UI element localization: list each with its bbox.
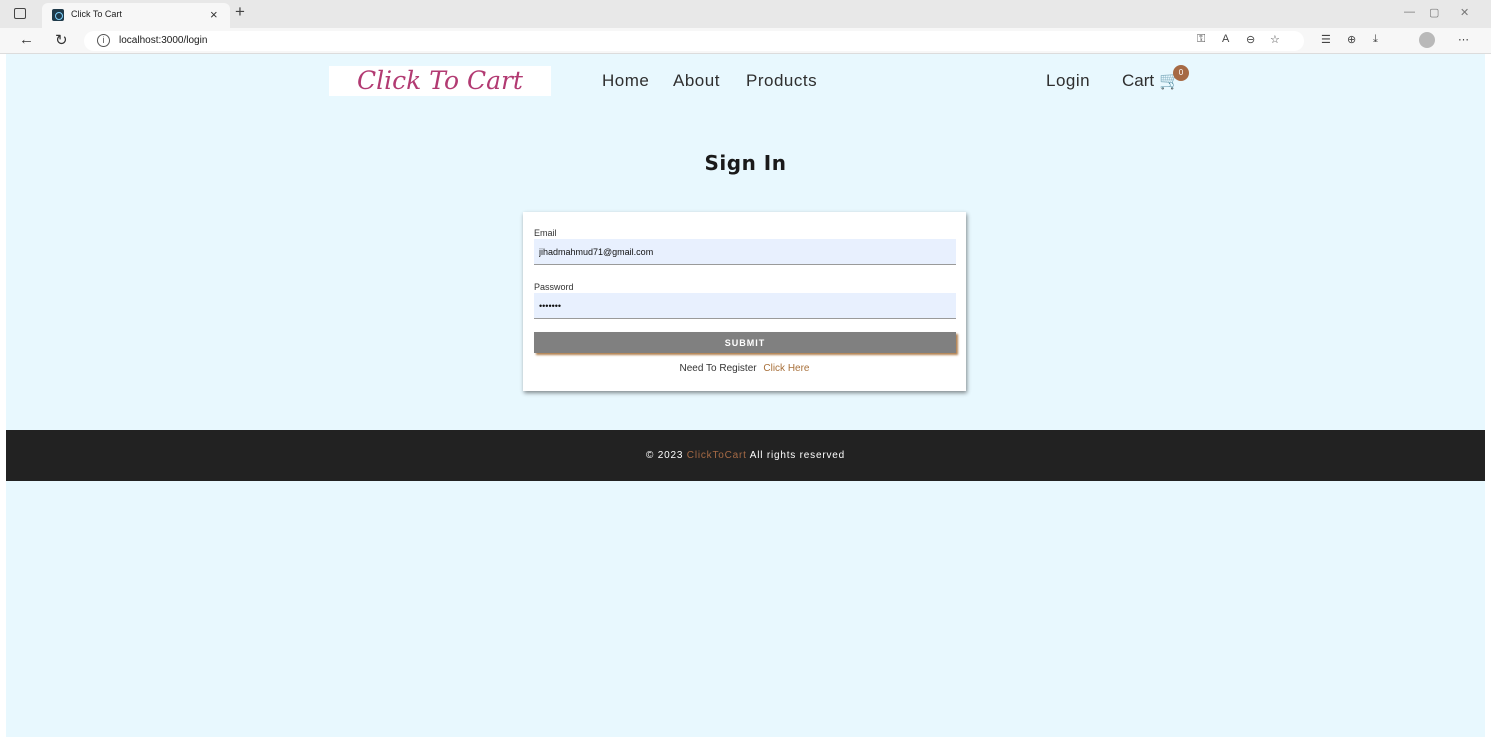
url-input[interactable]: i localhost:3000/login [84, 31, 1304, 51]
footer: © 2023 ClickToCart All rights reserved [6, 430, 1485, 481]
favorites-icon[interactable]: ☰ [1321, 33, 1331, 46]
new-tab-button[interactable]: + [235, 2, 245, 22]
react-favicon-icon [52, 9, 64, 21]
read-aloud-icon[interactable]: A [1222, 33, 1229, 45]
register-text: Need To Register [679, 363, 757, 374]
email-field[interactable] [534, 239, 956, 265]
tab-actions-icon[interactable] [14, 8, 26, 19]
browser-tab-bar: Click To Cart × + — ▢ ✕ [0, 0, 1491, 28]
password-field[interactable] [534, 293, 956, 319]
address-bar-row: ← ↻ i localhost:3000/login ⚿ A ⊖ ☆ ☰ ⊕ ⤓… [0, 28, 1491, 54]
footer-rights: All rights reserved [749, 450, 845, 461]
more-icon[interactable]: ⋯ [1458, 33, 1469, 46]
cart-count-badge: 0 [1173, 65, 1189, 81]
tab-close-icon[interactable]: × [210, 7, 218, 22]
minimize-button[interactable]: — [1404, 6, 1415, 18]
zoom-icon[interactable]: ⊖ [1246, 33, 1255, 46]
footer-year: © 2023 [646, 450, 684, 461]
key-icon[interactable]: ⚿ [1197, 33, 1205, 46]
register-prompt: Need To Register Click Here [523, 363, 966, 374]
site-info-icon[interactable]: i [97, 34, 110, 47]
profile-icon[interactable] [1419, 32, 1435, 48]
tab-title: Click To Cart [71, 9, 122, 19]
password-label: Password [534, 282, 574, 292]
collections-icon[interactable]: ⊕ [1347, 33, 1356, 46]
page-title: Sign In [704, 151, 787, 175]
email-label: Email [534, 228, 557, 238]
nav-login-link[interactable]: Login [1046, 71, 1090, 91]
signin-form: Email Password SUBMIT Need To Register C… [523, 212, 966, 391]
url-text: localhost:3000/login [119, 35, 208, 46]
site-logo[interactable]: Click To Cart [329, 66, 551, 96]
footer-brand[interactable]: ClickToCart [687, 450, 747, 461]
restore-button[interactable]: ▢ [1429, 6, 1439, 19]
close-window-button[interactable]: ✕ [1460, 6, 1469, 19]
browser-tab[interactable]: Click To Cart × [42, 3, 230, 28]
favorite-icon[interactable]: ☆ [1270, 33, 1280, 46]
back-arrow-icon[interactable]: ← [19, 31, 34, 48]
register-link[interactable]: Click Here [763, 363, 809, 374]
page-viewport: Click To Cart Home About Products Login … [6, 54, 1485, 737]
footer-copyright: © 2023 ClickToCart All rights reserved [646, 450, 845, 461]
nav-products-link[interactable]: Products [746, 71, 817, 91]
nav-home-link[interactable]: Home [602, 71, 649, 91]
nav-about-link[interactable]: About [673, 71, 720, 91]
refresh-icon[interactable]: ↻ [55, 31, 68, 49]
download-icon[interactable]: ⤓ [1373, 33, 1378, 46]
nav-cart-link[interactable]: Cart [1122, 71, 1154, 91]
submit-button[interactable]: SUBMIT [534, 332, 956, 353]
